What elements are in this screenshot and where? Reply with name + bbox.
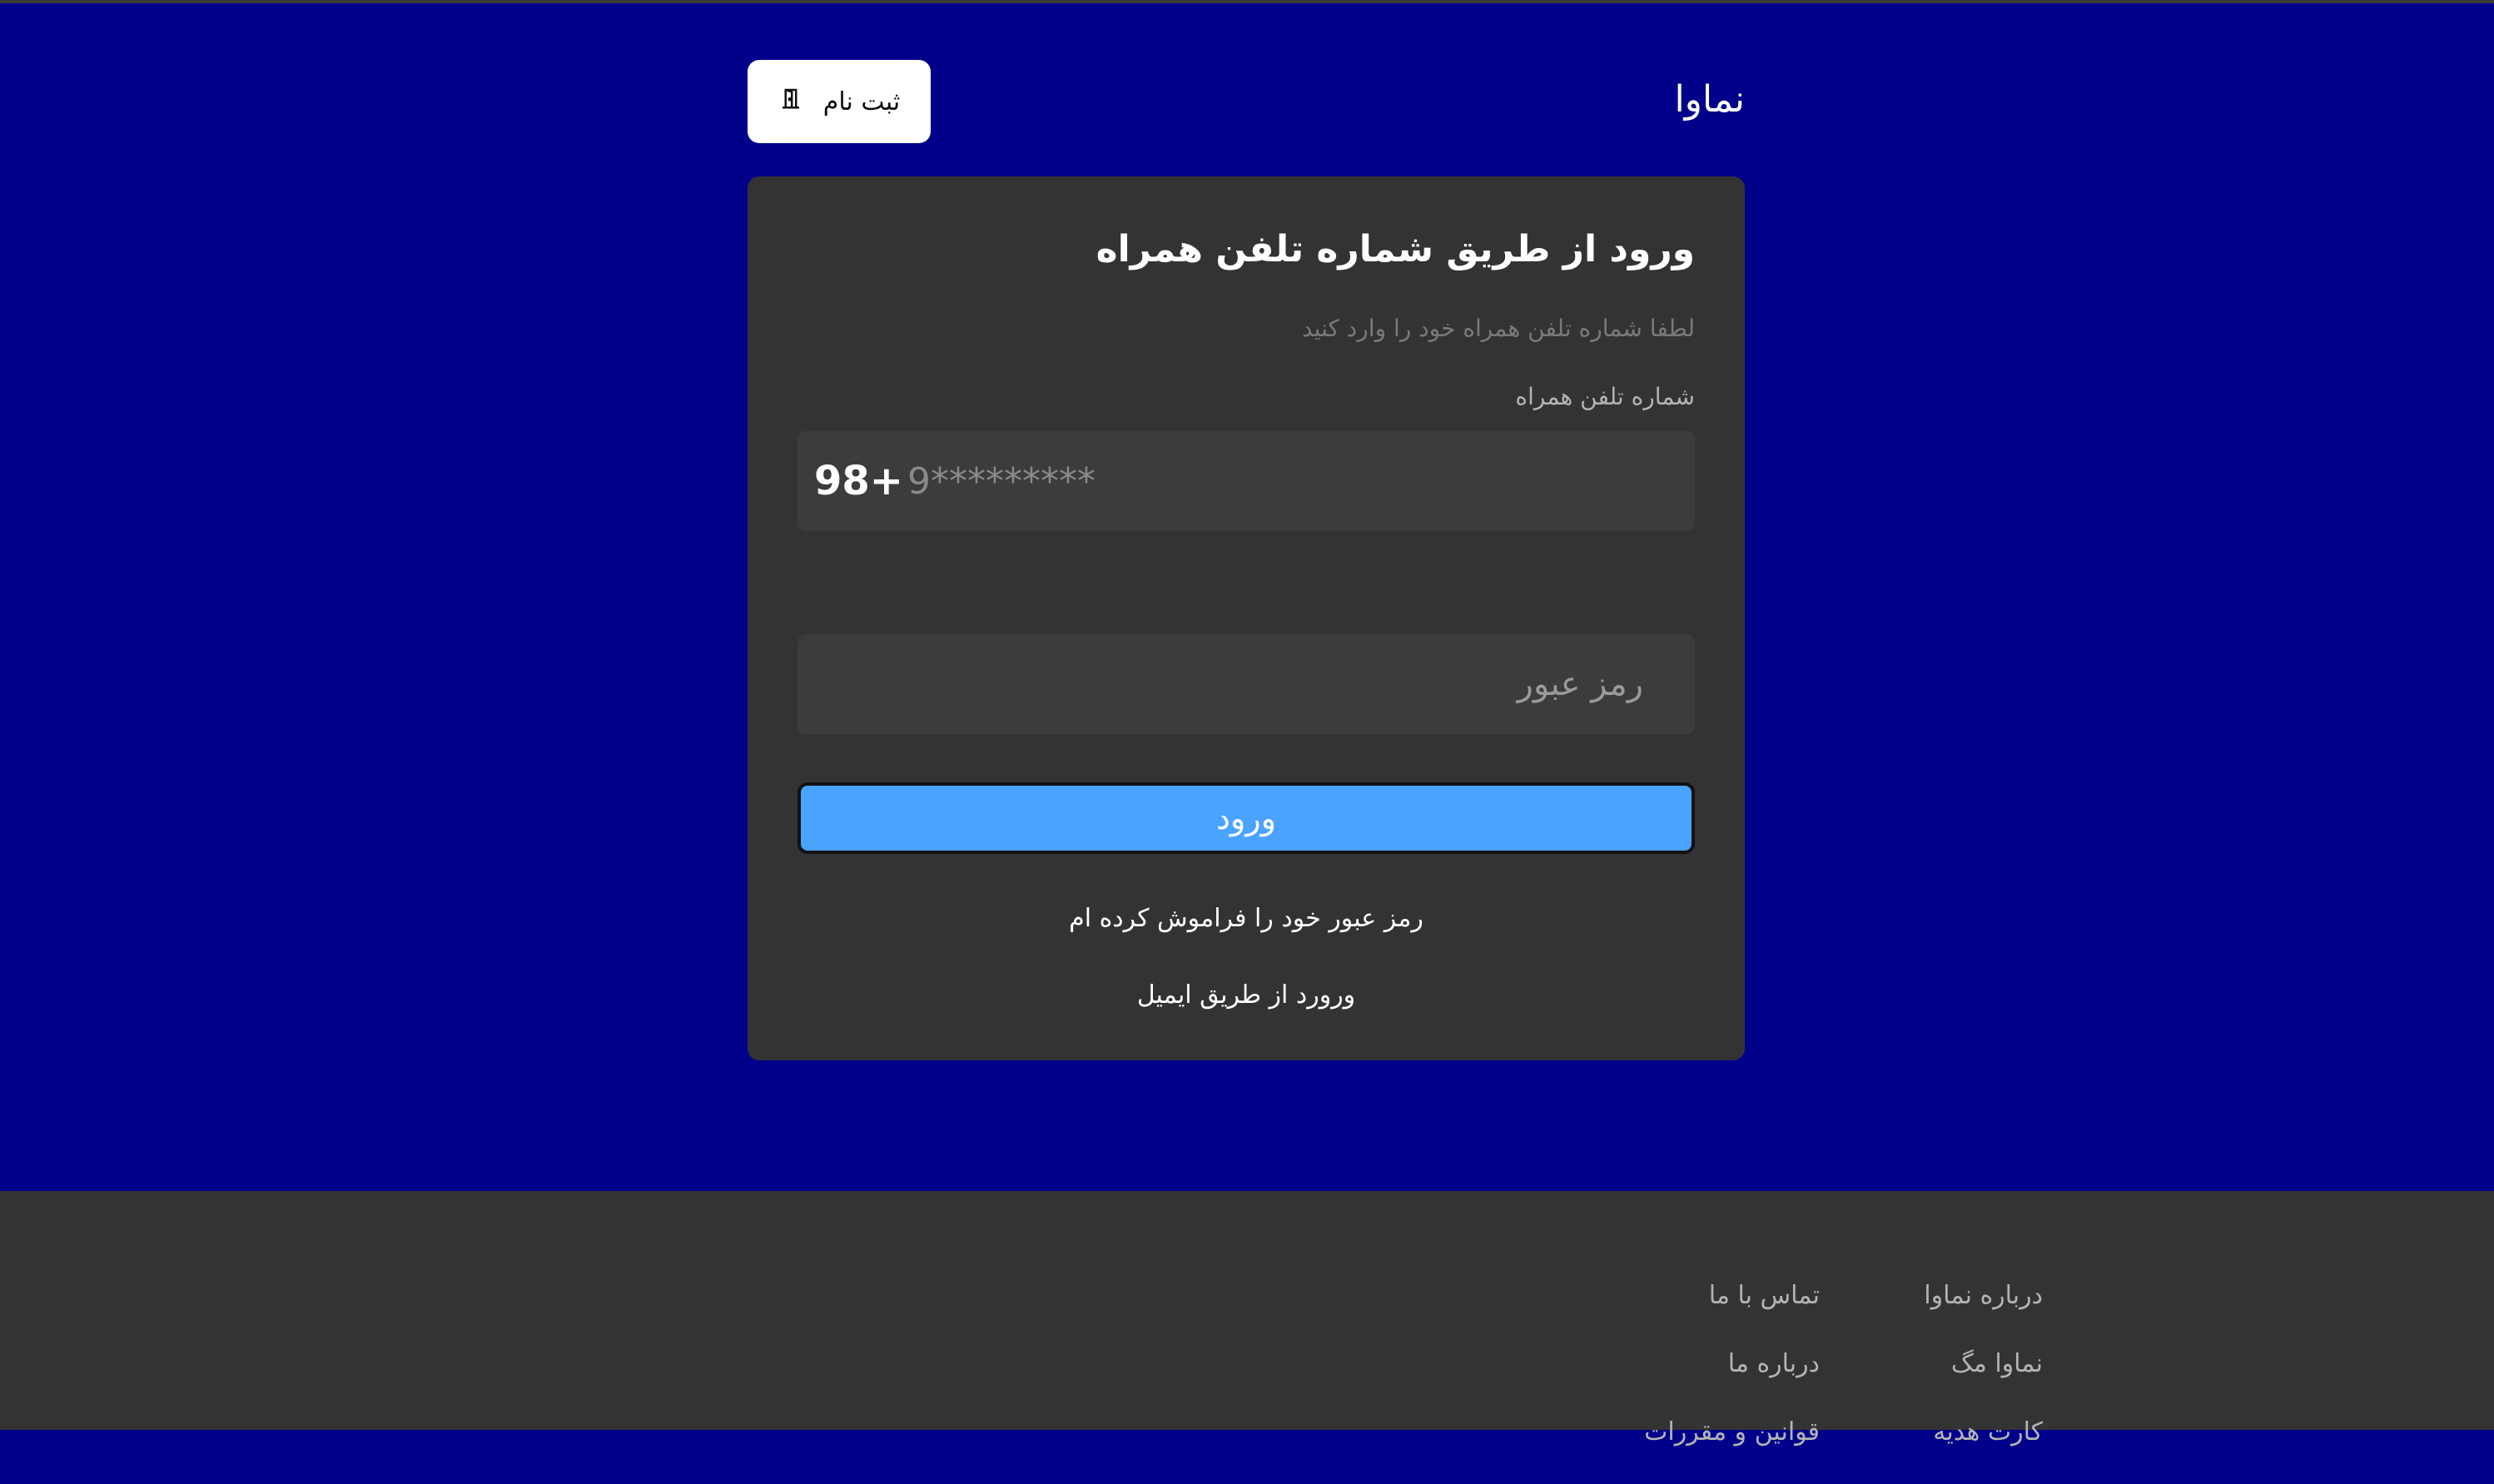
footer-link-about-us[interactable]: درباره ما xyxy=(1644,1348,1820,1416)
login-subtitle: لطفا شماره تلفن همراه خود را وارد کنید xyxy=(1301,315,1695,342)
phone-label: شماره تلفن همراه xyxy=(1515,383,1695,410)
login-card: ورود از طریق شماره تلفن همراه لطفا شماره… xyxy=(748,176,1745,1060)
footer-column-1: درباره نماوا نماوا مگ کارت هدیه xyxy=(1924,1279,2043,1484)
password-field xyxy=(797,634,1695,734)
country-code: 98+ xyxy=(814,458,904,504)
footer-link-contact[interactable]: تماس با ما xyxy=(1644,1279,1820,1348)
phone-field: 98+ xyxy=(797,431,1695,531)
footer-link-terms[interactable]: قوانین و مقررات xyxy=(1644,1416,1820,1484)
header: نماوا ثبت نام xyxy=(748,60,1745,143)
brand-logo[interactable]: نماوا xyxy=(1674,78,1745,121)
footer-column-2: تماس با ما درباره ما قوانین و مقررات xyxy=(1644,1279,1820,1484)
main-area: نماوا ثبت نام ورود از طریق شماره تلفن هم… xyxy=(0,3,2494,1191)
login-title: ورود از طریق شماره تلفن همراه xyxy=(1095,228,1695,270)
register-label: ثبت نام xyxy=(822,87,901,117)
password-input[interactable] xyxy=(822,654,1645,714)
footer: درباره نماوا نماوا مگ کارت هدیه تماس با … xyxy=(0,1191,2494,1447)
register-button[interactable]: ثبت نام xyxy=(748,60,931,143)
footer-link-about-namava[interactable]: درباره نماوا xyxy=(1924,1279,2043,1348)
login-button[interactable]: ورود xyxy=(797,782,1695,854)
phone-input[interactable] xyxy=(906,451,1678,511)
footer-link-gift-card[interactable]: کارت هدیه xyxy=(1924,1416,2043,1484)
forgot-password-link[interactable]: رمز عبور خود را فراموش کرده ام xyxy=(797,904,1695,933)
footer-link-namava-mag[interactable]: نماوا مگ xyxy=(1924,1348,2043,1416)
email-login-link[interactable]: ورورد از طریق ایمیل xyxy=(797,980,1695,1010)
door-icon xyxy=(778,86,803,117)
